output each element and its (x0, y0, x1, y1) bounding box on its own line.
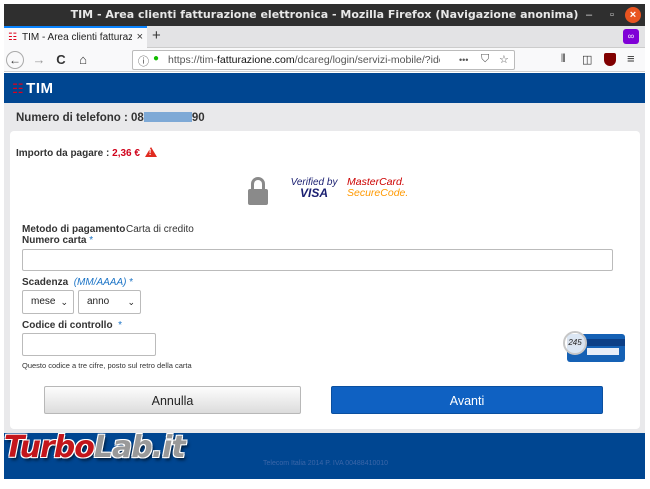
menu-icon[interactable]: ≡ (627, 51, 635, 66)
cvv-label: Codice di controllo * (22, 320, 122, 331)
tim-logo-text: TIM (26, 80, 54, 97)
home-button[interactable]: ⌂ (74, 51, 92, 69)
url-path: /dcareg/login/servizi-mobile/?ide (294, 54, 440, 66)
vbv-line2: VISA (299, 186, 328, 200)
mc-line2: SecureCode. (347, 187, 409, 199)
required-mark: * (118, 320, 123, 331)
amount-label: Importo da pagare : (16, 148, 110, 159)
window-titlebar: TIM - Area clienti fatturazione elettron… (4, 4, 645, 26)
library-icon[interactable]: ⫴ (561, 53, 566, 66)
window-title: TIM - Area clienti fatturazione elettron… (70, 8, 579, 21)
tab-label: TIM - Area clienti fatturaz (22, 32, 132, 43)
url-prefix: https://tim- (168, 54, 218, 66)
private-browsing-icon: ∞ (623, 29, 639, 44)
tim-logo[interactable]: ☷ TIM (12, 80, 53, 97)
expiry-label-text: Scadenza (22, 277, 69, 288)
phone-redaction (143, 112, 192, 122)
tab-bar: ☷ TIM - Area clienti fatturaz × + ∞ (4, 26, 645, 48)
amount-value: 2,36 € (112, 148, 140, 159)
minimize-button[interactable]: – (581, 7, 597, 23)
page-actions-icon[interactable]: ••• (459, 55, 468, 65)
tim-logo-mark-icon: ☷ (12, 81, 25, 96)
cancel-button[interactable]: Annulla (44, 386, 301, 414)
back-button[interactable]: ← (6, 51, 24, 69)
phone-value-end: 90 (191, 112, 205, 124)
phone-label: Numero di telefono : (16, 112, 128, 124)
url-domain: fatturazione.com (217, 54, 295, 66)
cvv-example-badge: 245 (563, 331, 587, 355)
phone-value-start: 08 (131, 112, 144, 124)
url-text[interactable]: https://tim-fatturazione.com/dcareg/logi… (168, 54, 440, 66)
navigation-toolbar: ← → C ⌂ ⓘ ● https://tim-fatturazione.com… (4, 48, 645, 72)
payment-panel: Importo da pagare : 2,36 € Verified by V… (10, 131, 640, 429)
mastercard-securecode-logo: MasterCard. SecureCode. (347, 177, 409, 199)
chevron-down-icon: ⌄ (60, 297, 68, 307)
new-tab-button[interactable]: + (152, 27, 161, 44)
payment-method-value: Carta di credito (126, 224, 194, 235)
close-window-button[interactable]: × (625, 7, 641, 23)
pocket-icon[interactable]: ⛉ (481, 53, 489, 66)
card-number-label: Numero carta * (22, 235, 93, 246)
info-icon[interactable]: ⓘ (138, 53, 149, 69)
watermark-part2: Lab.it (93, 430, 186, 465)
footer-copyright: Telecom Italia 2014 P. IVA 00488410010 (263, 460, 389, 467)
chevron-down-icon: ⌄ (127, 297, 135, 307)
lock-icon: ● (153, 53, 160, 64)
cvv-help-text: Questo codice a tre cifre, posto sul ret… (22, 361, 192, 370)
expiry-year-value: anno (87, 296, 110, 307)
next-button[interactable]: Avanti (331, 386, 603, 414)
expiry-month-select[interactable]: mese ⌄ (22, 290, 74, 314)
ublock-shield-icon[interactable] (604, 53, 616, 66)
payment-method-label: Metodo di pagamento (22, 224, 126, 235)
padlock-icon (248, 177, 268, 205)
forward-button[interactable]: → (30, 51, 48, 69)
card-number-label-text: Numero carta (22, 235, 87, 246)
amount-line: Importo da pagare : 2,36 € (16, 147, 157, 159)
tab-close-icon[interactable]: × (137, 31, 143, 43)
warning-icon (144, 147, 157, 157)
required-mark: * (129, 277, 134, 288)
required-mark: * (89, 235, 94, 246)
expiry-format: (MM/AAAA) (73, 277, 127, 288)
tab-tim-area-clienti[interactable]: ☷ TIM - Area clienti fatturaz × (4, 26, 147, 48)
reload-button[interactable]: C (52, 51, 70, 69)
url-bar[interactable]: ⓘ ● https://tim-fatturazione.com/dcareg/… (132, 50, 515, 70)
tim-favicon-icon: ☷ (8, 32, 17, 43)
maximize-button[interactable]: ▫ (604, 7, 620, 23)
expiry-year-select[interactable]: anno ⌄ (78, 290, 141, 314)
turbolab-watermark: TurboLab.it (4, 430, 186, 465)
page-content: Numero di telefono : 08 90 Importo da pag… (4, 103, 645, 433)
cvv-input[interactable] (22, 333, 156, 356)
verified-by-visa-logo: Verified by VISA (289, 177, 339, 199)
expiry-month-value: mese (31, 296, 56, 307)
watermark-part1: Turbo (4, 430, 95, 465)
site-header: ☷ TIM (4, 73, 645, 103)
phone-number-line: Numero di telefono : 08 90 (16, 112, 205, 124)
card-number-input[interactable] (22, 249, 613, 271)
expiry-label: Scadenza (MM/AAAA) * (22, 277, 133, 288)
cvv-label-text: Codice di controllo (22, 320, 113, 331)
sidebar-icon[interactable]: ◫ (582, 53, 592, 66)
bookmark-star-icon[interactable]: ☆ (499, 53, 509, 66)
